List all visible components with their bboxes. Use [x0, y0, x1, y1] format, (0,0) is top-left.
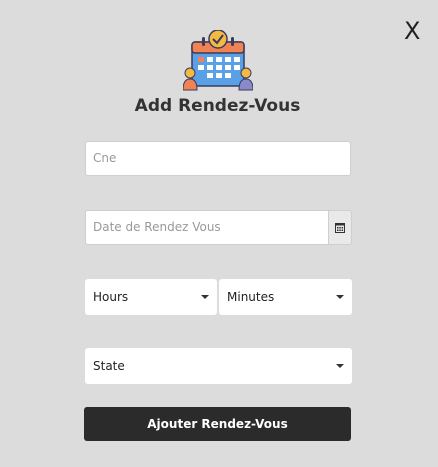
hours-select[interactable]: Hours	[85, 279, 217, 315]
close-button[interactable]: X	[404, 17, 420, 45]
calendar-appointment-icon	[183, 30, 253, 91]
hours-select-value: Hours	[93, 290, 129, 304]
date-input[interactable]: Date de Rendez Vous	[85, 210, 328, 245]
calendar-icon	[335, 222, 345, 233]
state-select[interactable]: State	[85, 348, 352, 384]
minutes-select[interactable]: Minutes	[219, 279, 352, 315]
state-select-value: State	[93, 359, 125, 373]
calendar-button[interactable]	[328, 210, 352, 245]
cne-input[interactable]: Cne	[85, 141, 351, 176]
submit-button[interactable]: Ajouter Rendez-Vous	[84, 407, 351, 441]
chevron-down-icon	[201, 295, 209, 299]
date-field-group: Date de Rendez Vous	[85, 210, 352, 245]
page-title: Add Rendez-Vous	[134, 96, 301, 116]
chevron-down-icon	[336, 364, 344, 368]
minutes-select-value: Minutes	[227, 290, 275, 304]
chevron-down-icon	[336, 295, 344, 299]
